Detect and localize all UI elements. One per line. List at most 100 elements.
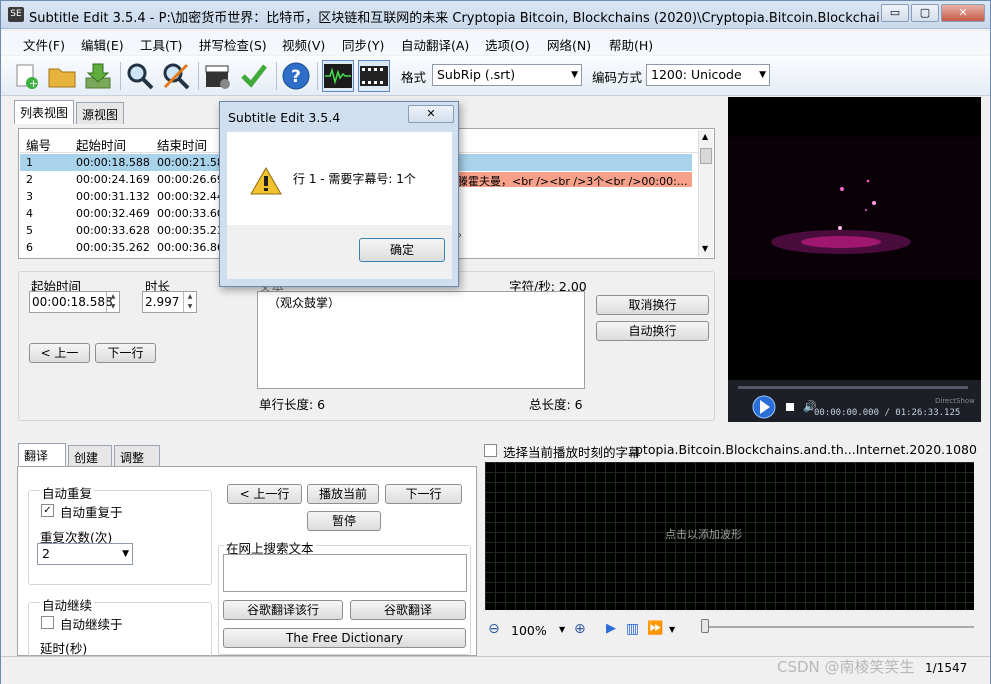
line-length: 单行长度: 6 <box>259 397 326 412</box>
subtitle-text-input[interactable]: （观众鼓掌） <box>257 291 585 389</box>
scrollbar-thumb[interactable] <box>700 148 712 164</box>
header-number[interactable]: 编号 <box>26 135 51 154</box>
window-title: Subtitle Edit 3.5.4 - P:\加密货币世界：比特币，区块链和… <box>29 11 879 26</box>
open-folder-icon[interactable] <box>46 60 78 92</box>
slider-handle[interactable] <box>701 619 709 633</box>
cell-number: 6 <box>26 241 33 254</box>
waveform-icon[interactable] <box>322 60 354 92</box>
message-dialog: Subtitle Edit 3.5.4 ✕ 行 1 - 需要字幕号: 1个 确定 <box>219 101 459 287</box>
checkmark-icon[interactable] <box>238 60 270 92</box>
chevron-down-icon: ▼ <box>759 70 766 80</box>
title-bar: SE Subtitle Edit 3.5.4 - P:\加密货币世界：比特币，区… <box>1 1 990 29</box>
google-translate-button[interactable]: 谷歌翻译 <box>350 600 466 620</box>
menu-auto-translate[interactable]: 自动翻译(A) <box>401 35 469 54</box>
chevron-down-icon: ▼ <box>122 549 129 559</box>
minimize-button[interactable]: ▭ <box>881 4 909 22</box>
prev-button[interactable]: < 上一 <box>29 343 90 363</box>
status-position: 1/1547 <box>925 661 968 675</box>
tab-source-view[interactable]: 源视图 <box>76 102 125 124</box>
video-clapper-icon[interactable] <box>202 60 234 92</box>
toolbar-separator <box>198 62 199 90</box>
tab-translate[interactable]: 翻译 <box>18 443 66 467</box>
header-end[interactable]: 结束时间 <box>157 135 207 154</box>
next-line-button[interactable]: 下一行 <box>385 484 462 504</box>
cell-start: 00:00:35.262 <box>76 241 150 254</box>
free-dictionary-button[interactable]: The Free Dictionary <box>223 628 466 648</box>
download-icon[interactable] <box>82 60 114 92</box>
app-icon: SE <box>8 7 24 22</box>
play-current-button[interactable]: 播放当前 <box>307 484 379 504</box>
svg-text:?: ? <box>291 67 301 87</box>
start-time-spinner[interactable]: ▲ ▼ <box>106 292 119 312</box>
menu-tools[interactable]: 工具(T) <box>140 35 182 54</box>
repeat-count-value: 2 <box>42 546 50 561</box>
help-icon[interactable]: ? <box>280 60 312 92</box>
video-player[interactable]: 00:00:00.000 / 01:26:33.125 DirectShow 🔊 <box>728 97 981 422</box>
dialog-close-button[interactable]: ✕ <box>408 105 454 123</box>
new-file-icon[interactable]: + <box>10 60 42 92</box>
autobreak-button[interactable]: 自动换行 <box>596 321 709 341</box>
auto-repeat-check-label: 自动重复于 <box>60 505 123 520</box>
unbreak-button[interactable]: 取消换行 <box>596 295 709 315</box>
auto-repeat-checkbox[interactable]: ✓ <box>41 504 54 517</box>
cell-number: 2 <box>26 173 33 186</box>
menu-spellcheck[interactable]: 拼写检查(S) <box>199 35 267 54</box>
repeat-count-select[interactable]: 2 ▼ <box>37 543 133 565</box>
zoom-in-icon[interactable]: ⊕ <box>574 621 586 637</box>
delay-label: 延时(秒) <box>40 641 88 656</box>
toolbar-separator <box>120 62 121 90</box>
chevron-down-icon[interactable]: ▼ <box>559 625 565 634</box>
format-select[interactable]: SubRip (.srt) ▼ <box>432 64 582 86</box>
duration-spinner[interactable]: ▲ ▼ <box>183 292 196 312</box>
search-icon[interactable] <box>124 60 156 92</box>
cell-start: 00:00:18.588 <box>76 156 150 169</box>
zoom-out-icon[interactable]: ⊖ <box>488 621 500 637</box>
header-start[interactable]: 起始时间 <box>76 135 126 154</box>
menu-bar: 文件(F) 编辑(E) 工具(T) 拼写检查(S) 视频(V) 同步(Y) 自动… <box>1 31 990 55</box>
cell-text: 滕霍夫曼，<br /><br />3个<br />00:00:... <box>455 172 692 187</box>
duration-value: 2.997 <box>145 295 180 309</box>
menu-options[interactable]: 选项(O) <box>485 35 530 54</box>
total-length: 总长度: 6 <box>529 397 583 412</box>
csdn-watermark: CSDN @南棱笑笑生 <box>777 658 915 676</box>
tab-adjust[interactable]: 调整 <box>114 445 160 467</box>
zoom-value[interactable]: 100% <box>511 623 547 638</box>
waveform-panel[interactable]: 点击以添加波形 <box>485 462 974 610</box>
play-icon[interactable]: ▶ <box>606 621 616 636</box>
dialog-message: 行 1 - 需要字幕号: 1个 <box>293 172 416 186</box>
menu-network[interactable]: 网络(N) <box>547 35 591 54</box>
encoding-select[interactable]: 1200: Unicode ▼ <box>646 64 770 86</box>
video-player-icon[interactable] <box>358 60 390 92</box>
select-current-checkbox[interactable] <box>484 444 497 457</box>
cell-number: 3 <box>26 190 33 203</box>
web-search-input[interactable] <box>223 554 467 592</box>
menu-video[interactable]: 视频(V) <box>282 35 325 54</box>
prev-line-button[interactable]: < 上一行 <box>227 484 302 504</box>
menu-help[interactable]: 帮助(H) <box>609 35 653 54</box>
scroll-down-icon[interactable]: ▼ <box>702 244 708 253</box>
fast-forward-icon[interactable]: ⏩ <box>647 621 663 636</box>
scroll-up-icon[interactable]: ▲ <box>702 132 708 141</box>
columns-icon[interactable]: ▥ <box>626 621 639 637</box>
chevron-down-icon[interactable]: ▼ <box>669 625 675 634</box>
google-translate-line-button[interactable]: 谷歌翻译该行 <box>223 600 343 620</box>
status-bar: 1/1547 CSDN @南棱笑笑生 <box>1 656 990 684</box>
tab-list-view[interactable]: 列表视图 <box>14 100 75 124</box>
waveform-position-slider[interactable] <box>704 626 974 628</box>
close-button[interactable]: ✕ <box>941 4 985 22</box>
format-label: 格式 <box>401 70 427 85</box>
pause-button[interactable]: 暂停 <box>307 511 381 531</box>
maximize-button[interactable]: ▢ <box>911 4 939 22</box>
volume-icon[interactable]: 🔊 <box>803 400 817 413</box>
format-value: SubRip (.srt) <box>437 67 516 82</box>
menu-edit[interactable]: 编辑(E) <box>81 35 124 54</box>
list-scrollbar[interactable]: ▲ ▼ <box>698 130 713 257</box>
auto-continue-checkbox[interactable] <box>41 616 54 629</box>
tab-create[interactable]: 创建 <box>68 445 112 467</box>
next-button[interactable]: 下一行 <box>95 343 156 363</box>
dialog-ok-button[interactable]: 确定 <box>359 238 445 262</box>
warning-icon <box>250 166 282 195</box>
menu-file[interactable]: 文件(F) <box>23 35 65 54</box>
replace-icon[interactable] <box>160 60 192 92</box>
menu-sync[interactable]: 同步(Y) <box>342 35 384 54</box>
